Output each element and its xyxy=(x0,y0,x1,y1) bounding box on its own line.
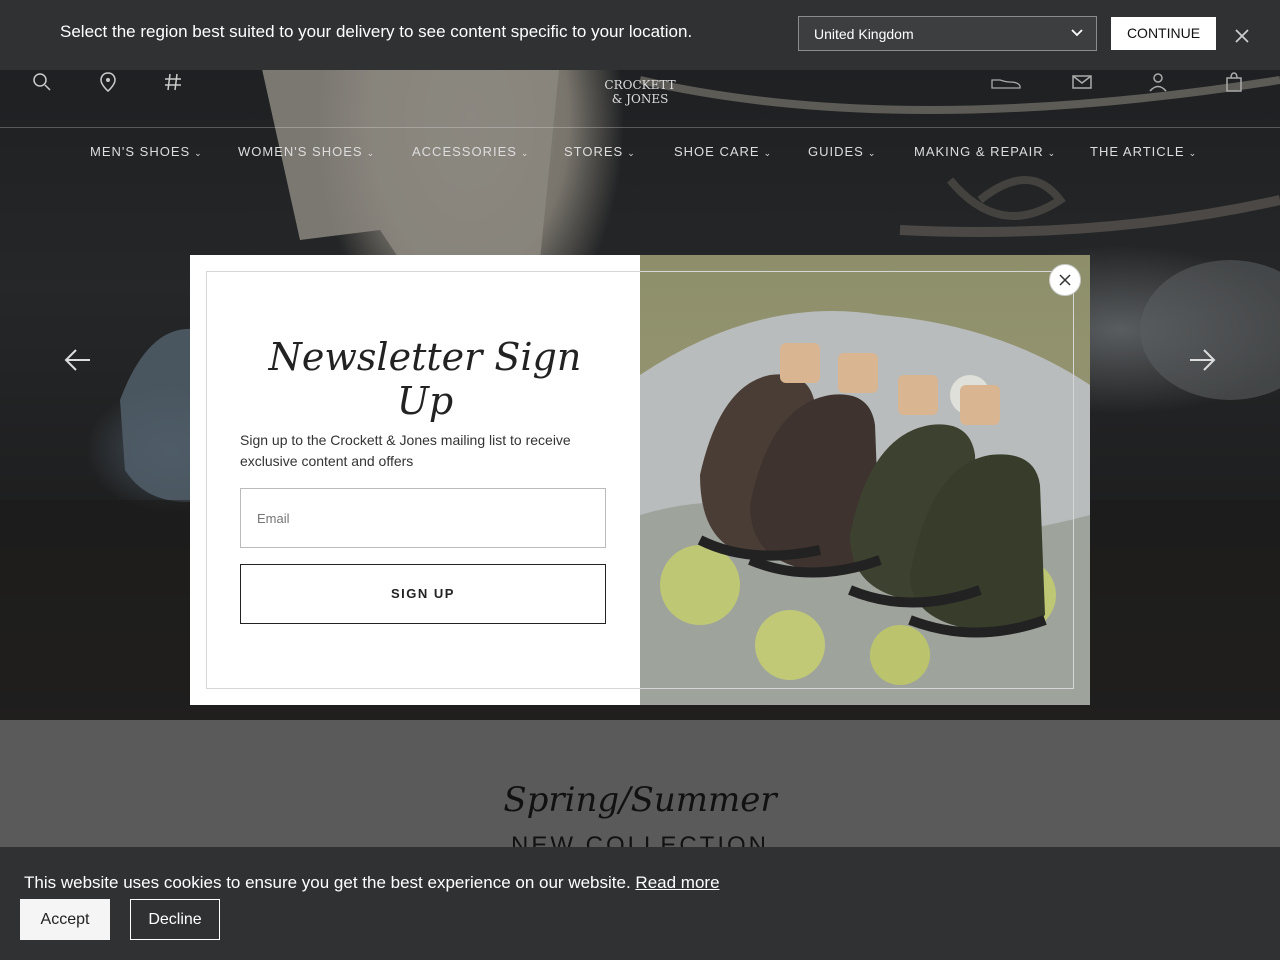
nav-mens-shoes[interactable]: MEN'S SHOES ⌄ xyxy=(90,144,203,159)
mail-icon[interactable] xyxy=(1070,70,1094,94)
close-icon xyxy=(1059,274,1071,286)
main-nav: MEN'S SHOES ⌄ WOMEN'S SHOES ⌄ ACCESSORIES ⌄… xyxy=(0,144,1280,164)
logo-line1: CROCKETT xyxy=(604,78,676,92)
shoe-icon[interactable] xyxy=(990,70,1022,94)
logo-line2: & JONES xyxy=(611,92,669,106)
logo[interactable]: CROCKETT & JONES xyxy=(596,78,684,118)
search-icon[interactable] xyxy=(30,70,54,94)
shopping-bag-icon[interactable] xyxy=(1222,70,1246,94)
location-pin-icon[interactable] xyxy=(96,70,120,94)
modal-close-button[interactable] xyxy=(1049,264,1081,296)
region-bar: Select the region best suited to your de… xyxy=(0,0,1280,70)
nav-guides[interactable]: GUIDES ⌄ xyxy=(808,144,876,159)
read-more-link[interactable]: Read more xyxy=(635,873,719,892)
nav-making-repair[interactable]: MAKING & REPAIR ⌄ xyxy=(914,144,1056,159)
arrow-right-icon[interactable] xyxy=(1186,344,1218,376)
newsletter-title: Newsletter Sign Up xyxy=(268,335,582,423)
sign-up-button[interactable]: SIGN UP xyxy=(240,564,606,624)
loafers-on-rock-image xyxy=(640,255,1090,705)
cookie-message-wrap: This website uses cookies to ensure you … xyxy=(24,873,720,893)
region-select-value: United Kingdom xyxy=(814,26,914,42)
nav-the-article[interactable]: THE ARTICLE ⌄ xyxy=(1090,144,1197,159)
region-message: Select the region best suited to your de… xyxy=(60,22,693,41)
decline-button[interactable]: Decline xyxy=(130,899,220,940)
nav-shoe-care[interactable]: SHOE CARE ⌄ xyxy=(674,144,772,159)
accept-button[interactable]: Accept xyxy=(20,899,110,940)
newsletter-description: Sign up to the Crockett & Jones mailing … xyxy=(240,432,571,469)
cookie-banner: This website uses cookies to ensure you … xyxy=(0,847,1280,960)
site-header: CROCKETT & JONES xyxy=(0,70,1280,128)
user-icon[interactable] xyxy=(1146,70,1170,94)
region-select[interactable]: United Kingdom xyxy=(798,16,1097,51)
newsletter-image xyxy=(640,255,1090,705)
nav-womens-shoes[interactable]: WOMEN'S SHOES ⌄ xyxy=(238,144,375,159)
nav-stores[interactable]: STORES ⌄ xyxy=(564,144,636,159)
chevron-down-icon xyxy=(1071,29,1083,37)
nav-accessories[interactable]: ACCESSORIES ⌄ xyxy=(412,144,529,159)
newsletter-form-panel: Newsletter Sign Up Sign up to the Crocke… xyxy=(190,255,640,705)
close-icon[interactable] xyxy=(1232,26,1252,46)
cookie-message: This website uses cookies to ensure you … xyxy=(24,873,631,892)
collection-script-title: Spring/Summer xyxy=(503,780,777,820)
hashtag-icon[interactable] xyxy=(161,70,185,94)
newsletter-modal: Newsletter Sign Up Sign up to the Crocke… xyxy=(190,255,1090,705)
arrow-left-icon[interactable] xyxy=(62,344,94,376)
email-field[interactable] xyxy=(240,488,606,548)
continue-button[interactable]: CONTINUE xyxy=(1111,17,1216,50)
